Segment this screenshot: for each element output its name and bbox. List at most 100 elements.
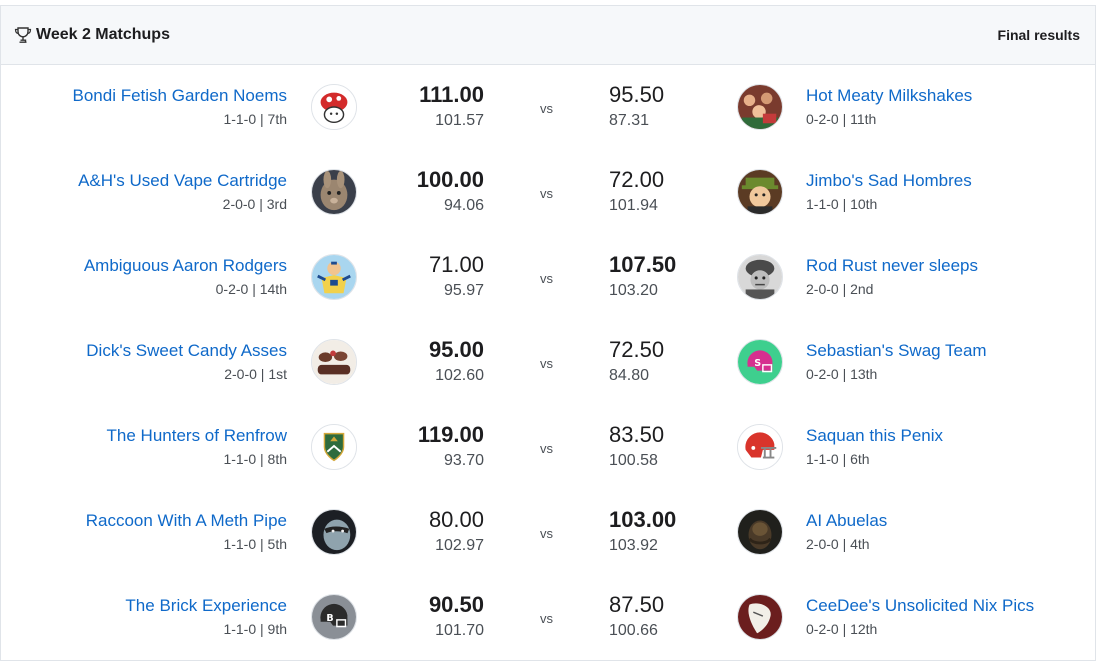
- right-team-link[interactable]: Jimbo's Sad Hombres: [806, 170, 972, 192]
- svg-text:S: S: [754, 358, 761, 369]
- matchups-header: Week 2 Matchups Final results: [1, 6, 1095, 65]
- left-projected: 102.97: [435, 537, 484, 554]
- right-score-block: 72.00 101.94: [609, 167, 664, 218]
- crowd-avatar[interactable]: [737, 84, 783, 130]
- left-projected: 94.06: [443, 197, 484, 214]
- left-team-record: 2-0-0 | 3rd: [222, 196, 287, 212]
- helmet-s-avatar[interactable]: S: [737, 339, 783, 385]
- vs-label: vs: [540, 186, 553, 201]
- right-score: 95.50: [609, 82, 665, 107]
- left-score: 95.00: [428, 337, 484, 362]
- right-team-record: 1-1-0 | 10th: [806, 196, 878, 212]
- left-team-link[interactable]: Raccoon With A Meth Pipe: [86, 510, 287, 532]
- right-team-info: Jimbo's Sad Hombres 1-1-0 | 10th: [806, 170, 972, 214]
- left-team-info: Dick's Sweet Candy Asses 2-0-0 | 1st: [86, 340, 287, 384]
- vs-label: vs: [540, 101, 553, 116]
- soldier-avatar[interactable]: [737, 254, 783, 300]
- right-score: 107.50: [609, 252, 677, 277]
- right-team-info: Hot Meaty Milkshakes 0-2-0 | 11th: [806, 85, 972, 129]
- rabbit-avatar[interactable]: [311, 169, 357, 215]
- right-team-info: Saquan this Penix 1-1-0 | 6th: [806, 425, 943, 469]
- football-helmet-avatar[interactable]: [737, 424, 783, 470]
- right-team-link[interactable]: Saquan this Penix: [806, 425, 943, 447]
- matchup-row: The Hunters of Renfrow 1-1-0 | 8th 119.0…: [1, 405, 1095, 490]
- shield-logo-avatar[interactable]: [311, 424, 357, 470]
- left-team-link[interactable]: A&H's Used Vape Cartridge: [78, 170, 287, 192]
- right-projected: 84.80: [609, 367, 650, 384]
- right-team-link[interactable]: AI Abuelas: [806, 510, 887, 532]
- right-team-info: AI Abuelas 2-0-0 | 4th: [806, 510, 887, 554]
- left-team-info: The Brick Experience 1-1-0 | 9th: [125, 595, 287, 639]
- cartoon-character-avatar[interactable]: [737, 169, 783, 215]
- left-team-link[interactable]: The Hunters of Renfrow: [107, 425, 287, 447]
- left-team-link[interactable]: Ambiguous Aaron Rodgers: [84, 255, 287, 277]
- left-projected: 93.70: [443, 452, 484, 469]
- right-team-link[interactable]: Hot Meaty Milkshakes: [806, 85, 972, 107]
- left-team-record: 1-1-0 | 8th: [223, 451, 287, 467]
- right-projected: 103.20: [609, 282, 658, 299]
- right-team-record: 0-2-0 | 13th: [806, 366, 878, 382]
- right-team-info: Sebastian's Swag Team 0-2-0 | 13th: [806, 340, 987, 384]
- left-team-info: The Hunters of Renfrow 1-1-0 | 8th: [107, 425, 287, 469]
- matchup-row: Bondi Fetish Garden Noems 1-1-0 | 7th 11…: [1, 65, 1095, 150]
- left-team-link[interactable]: Bondi Fetish Garden Noems: [73, 85, 288, 107]
- header-title-group: Week 2 Matchups: [13, 25, 170, 45]
- dark-figure-avatar[interactable]: [737, 509, 783, 555]
- mushroom-avatar[interactable]: [311, 84, 357, 130]
- right-score-block: 87.50 100.66: [609, 592, 664, 643]
- left-team-link[interactable]: The Brick Experience: [125, 595, 287, 617]
- right-score-block: 95.50 87.31: [609, 82, 664, 133]
- raccoon-avatar[interactable]: [311, 509, 357, 555]
- matchup-row: Dick's Sweet Candy Asses 2-0-0 | 1st 95.…: [1, 320, 1095, 405]
- right-team-record: 1-1-0 | 6th: [806, 451, 870, 467]
- left-score-block: 95.00 102.60: [429, 337, 484, 388]
- left-team-info: Raccoon With A Meth Pipe 1-1-0 | 5th: [86, 510, 287, 554]
- helmet-b-avatar[interactable]: B: [311, 594, 357, 640]
- left-projected: 95.97: [443, 282, 484, 299]
- candy-avatar[interactable]: [311, 339, 357, 385]
- right-team-link[interactable]: CeeDee's Unsolicited Nix Pics: [806, 595, 1034, 617]
- left-score: 80.00: [428, 507, 484, 532]
- right-score-block: 107.50 103.20: [609, 252, 676, 303]
- matchups-panel: Week 2 Matchups Final results Bondi Feti…: [0, 5, 1096, 661]
- left-score-block: 80.00 102.97: [429, 507, 484, 558]
- left-score-block: 119.00 93.70: [418, 422, 484, 473]
- right-projected: 100.66: [609, 622, 658, 639]
- matchup-row: The Brick Experience 1-1-0 | 9th B 90.50…: [1, 575, 1095, 660]
- right-team-link[interactable]: Rod Rust never sleeps: [806, 255, 978, 277]
- vs-label: vs: [540, 356, 553, 371]
- left-projected: 101.70: [435, 622, 484, 639]
- left-score-block: 100.00 94.06: [417, 167, 484, 218]
- right-score: 87.50: [609, 592, 665, 617]
- page-title: Week 2 Matchups: [36, 26, 170, 43]
- right-score-block: 83.50 100.58: [609, 422, 664, 473]
- left-projected: 102.60: [435, 367, 484, 384]
- left-score: 71.00: [428, 252, 484, 277]
- right-projected: 87.31: [609, 112, 650, 129]
- superhero-avatar[interactable]: [311, 254, 357, 300]
- right-score: 72.00: [609, 167, 665, 192]
- left-score-block: 90.50 101.70: [429, 592, 484, 643]
- right-team-record: 2-0-0 | 2nd: [806, 281, 874, 297]
- left-score: 90.50: [428, 592, 484, 617]
- left-projected: 101.57: [435, 112, 484, 129]
- svg-text:B: B: [326, 613, 333, 624]
- right-score: 83.50: [609, 422, 665, 447]
- left-team-info: A&H's Used Vape Cartridge 2-0-0 | 3rd: [78, 170, 287, 214]
- right-score-block: 72.50 84.80: [609, 337, 664, 388]
- right-team-record: 0-2-0 | 11th: [806, 111, 877, 127]
- right-team-info: Rod Rust never sleeps 2-0-0 | 2nd: [806, 255, 978, 299]
- left-score: 111.00: [419, 82, 484, 107]
- right-team-record: 2-0-0 | 4th: [806, 536, 870, 552]
- left-team-info: Bondi Fetish Garden Noems 1-1-0 | 7th: [73, 85, 288, 129]
- guitar-pick-avatar[interactable]: [737, 594, 783, 640]
- right-team-link[interactable]: Sebastian's Swag Team: [806, 340, 987, 362]
- left-team-link[interactable]: Dick's Sweet Candy Asses: [86, 340, 287, 362]
- right-projected: 103.92: [609, 537, 658, 554]
- matchup-row: Raccoon With A Meth Pipe 1-1-0 | 5th 80.…: [1, 490, 1095, 575]
- results-status: Final results: [997, 27, 1080, 43]
- right-team-record: 0-2-0 | 12th: [806, 621, 878, 637]
- vs-label: vs: [540, 271, 553, 286]
- left-team-info: Ambiguous Aaron Rodgers 0-2-0 | 14th: [84, 255, 287, 299]
- left-team-record: 0-2-0 | 14th: [215, 281, 287, 297]
